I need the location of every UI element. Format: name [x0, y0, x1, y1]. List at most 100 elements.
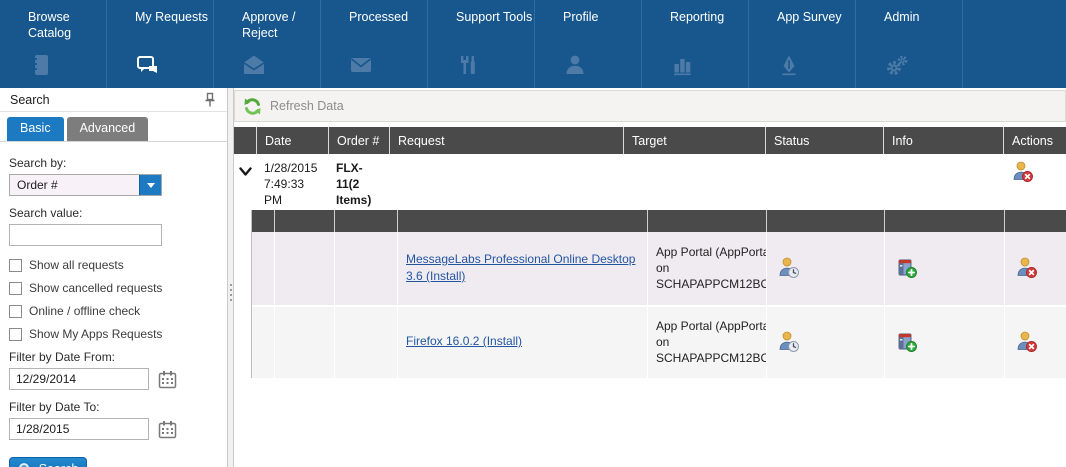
- tools-icon: [456, 53, 482, 77]
- checkbox-label: Show My Apps Requests: [29, 327, 162, 341]
- nav-tab-label: App Survey: [777, 9, 857, 43]
- calendar-icon[interactable]: [158, 370, 177, 389]
- nav-tab-label: Admin: [884, 9, 964, 43]
- nav-tab-browse-catalog[interactable]: Browse Catalog: [0, 0, 107, 88]
- nav-tab-label: Browse Catalog: [28, 9, 108, 43]
- group-order-number: FLX-11(2 Items): [328, 154, 389, 209]
- nav-tab-label: Profile: [563, 9, 643, 43]
- package-add-icon[interactable]: [895, 330, 919, 354]
- header-request[interactable]: Request: [389, 127, 623, 154]
- gears-icon: [884, 53, 910, 77]
- bar-chart-icon: [670, 53, 696, 77]
- checkbox-icon[interactable]: [9, 259, 22, 272]
- header-target[interactable]: Target: [623, 127, 765, 154]
- nav-tab-processed[interactable]: Processed: [321, 0, 428, 88]
- search-button[interactable]: Search: [9, 457, 87, 467]
- user-cancel-icon[interactable]: [1011, 160, 1062, 184]
- calendar-icon[interactable]: [158, 420, 177, 439]
- nav-tab-reporting[interactable]: Reporting: [642, 0, 749, 88]
- group-actions-cell: [1003, 154, 1066, 209]
- group-date: 1/28/2015 7:49:33 PM: [256, 154, 328, 209]
- search-mode-tabs: Basic Advanced: [0, 112, 227, 142]
- user-cancel-icon[interactable]: [1015, 330, 1039, 354]
- row-indent-cell: [252, 307, 274, 378]
- book-icon: [28, 53, 54, 77]
- order-items-subgrid: MessageLabs Professional Online Desktop …: [251, 210, 1066, 378]
- date-from-row: [9, 368, 218, 390]
- app-portal-window: Browse Catalog My Requests Approve / Rej…: [0, 0, 1066, 467]
- checkbox-icon[interactable]: [9, 305, 22, 318]
- user-cancel-icon[interactable]: [1015, 256, 1039, 280]
- date-to-input[interactable]: [9, 418, 149, 440]
- row-status-cell: [766, 232, 884, 305]
- nav-tab-label: Approve / Reject: [242, 9, 322, 43]
- search-panel: Search Basic Advanced Search by: Order #…: [0, 88, 228, 467]
- nav-tab-approve-reject[interactable]: Approve / Reject: [214, 0, 321, 88]
- row-request-cell: Firefox 16.0.2 (Install): [397, 307, 647, 378]
- nav-tab-support-tools[interactable]: Support Tools: [428, 0, 535, 88]
- checkbox-show-my-apps-requests[interactable]: Show My Apps Requests: [9, 327, 218, 341]
- pin-icon[interactable]: [203, 92, 217, 108]
- navbar-filler: [963, 0, 1066, 88]
- row-request-cell: MessageLabs Professional Online Desktop …: [397, 232, 647, 305]
- checkbox-icon[interactable]: [9, 328, 22, 341]
- header-actions[interactable]: Actions: [1003, 127, 1066, 154]
- order-group-row: 1/28/2015 7:49:33 PM FLX-11(2 Items): [234, 154, 1066, 209]
- tab-basic[interactable]: Basic: [7, 117, 64, 141]
- row-date-cell: [274, 307, 334, 378]
- date-from-input[interactable]: [9, 368, 149, 390]
- search-by-dropdown[interactable]: Order #: [9, 174, 162, 196]
- person-icon: [563, 53, 589, 77]
- user-clock-icon[interactable]: [777, 256, 801, 280]
- search-by-label: Search by:: [9, 156, 218, 170]
- nav-tab-label: Reporting: [670, 9, 750, 43]
- checkbox-label: Online / offline check: [29, 304, 140, 318]
- request-row: MessageLabs Professional Online Desktop …: [252, 232, 1066, 305]
- collapse-chevron-icon[interactable]: [234, 154, 256, 209]
- nav-tab-app-survey[interactable]: App Survey: [749, 0, 856, 88]
- search-value-input[interactable]: [9, 224, 162, 246]
- chevron-down-icon: [147, 183, 155, 188]
- row-order-cell: [334, 307, 397, 378]
- open-envelope-icon: [242, 53, 268, 77]
- header-order[interactable]: Order #: [328, 127, 389, 154]
- row-indent-cell: [252, 232, 274, 305]
- header-expander-column: [234, 127, 256, 154]
- header-date[interactable]: Date: [256, 127, 328, 154]
- search-panel-title: Search: [10, 93, 50, 107]
- search-by-selected-value: Order #: [10, 175, 139, 195]
- checkbox-icon[interactable]: [9, 282, 22, 295]
- refresh-data-button[interactable]: Refresh Data: [234, 90, 1066, 122]
- checkbox-show-cancelled-requests[interactable]: Show cancelled requests: [9, 281, 218, 295]
- magnifier-icon: [18, 462, 33, 467]
- search-value-label: Search value:: [9, 206, 218, 220]
- nav-tab-label: My Requests: [135, 9, 215, 43]
- request-link[interactable]: Firefox 16.0.2 (Install): [406, 333, 522, 350]
- checkbox-online-offline-check[interactable]: Online / offline check: [9, 304, 218, 318]
- header-status[interactable]: Status: [765, 127, 883, 154]
- nav-tab-label: Processed: [349, 9, 429, 43]
- nav-tab-profile[interactable]: Profile: [535, 0, 642, 88]
- row-actions-cell: [1004, 232, 1066, 305]
- user-clock-icon[interactable]: [777, 330, 801, 354]
- group-request-cell: [389, 154, 623, 209]
- date-from-label: Filter by Date From:: [9, 350, 218, 364]
- request-link[interactable]: MessageLabs Professional Online Desktop …: [406, 251, 639, 286]
- checkbox-show-all-requests[interactable]: Show all requests: [9, 258, 218, 272]
- refresh-label: Refresh Data: [270, 99, 344, 113]
- nav-tab-label: Support Tools: [456, 9, 536, 43]
- tab-advanced[interactable]: Advanced: [67, 117, 149, 141]
- nav-tab-my-requests[interactable]: My Requests: [107, 0, 214, 88]
- dropdown-arrow-button[interactable]: [139, 175, 161, 195]
- target-text: App Portal (AppPortal) on SCHAPAPPCM12BO…: [656, 244, 766, 293]
- nav-tab-admin[interactable]: Admin: [856, 0, 963, 88]
- requests-grid: Date Order # Request Target Status Info …: [234, 127, 1066, 378]
- row-target-cell: App Portal (AppPortal) on SCHAPAPPCM12BO…: [647, 307, 766, 378]
- search-panel-body: Search by: Order # Search value: Show al…: [0, 142, 227, 467]
- package-add-icon[interactable]: [895, 256, 919, 280]
- row-target-cell: App Portal (AppPortal) on SCHAPAPPCM12BO…: [647, 232, 766, 305]
- refresh-icon: [242, 96, 263, 117]
- group-status-cell: [765, 154, 883, 209]
- header-info[interactable]: Info: [883, 127, 1003, 154]
- checkbox-label: Show cancelled requests: [29, 281, 162, 295]
